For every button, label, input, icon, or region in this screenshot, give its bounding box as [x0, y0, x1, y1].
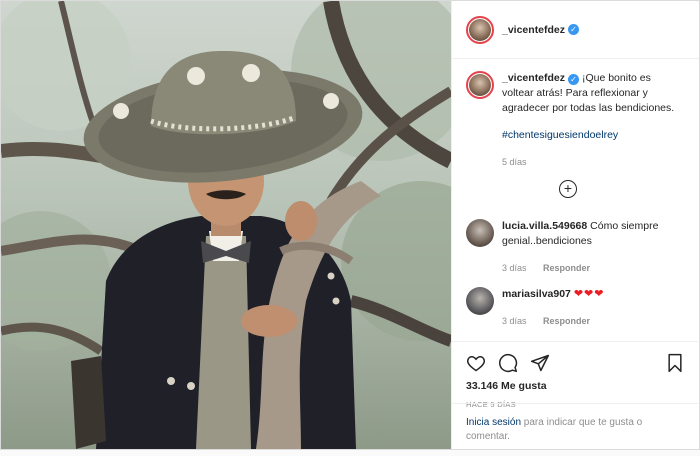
comment-time[interactable]: 3 días — [502, 316, 527, 326]
caption-username[interactable]: _vicentefdez — [502, 72, 565, 84]
share-icon[interactable] — [530, 353, 550, 373]
login-prompt: Inicia sesión para indicar que te gusta … — [452, 403, 698, 456]
verified-badge-icon: ✓ — [568, 24, 580, 35]
verified-badge-icon: ✓ — [568, 74, 580, 85]
commenter-avatar[interactable] — [466, 287, 494, 315]
comment-time[interactable]: 3 días — [502, 263, 527, 273]
login-link[interactable]: Inicia sesión — [466, 417, 521, 428]
post-side-panel: _vicentefdez ✓ _vicentefdez ✓ ¡Que bonito… — [451, 1, 699, 449]
bookmark-icon[interactable] — [666, 353, 684, 373]
caption-avatar[interactable] — [466, 71, 494, 99]
comment-username[interactable]: lucia.villa.549668 — [502, 220, 587, 232]
comment-icon[interactable] — [498, 353, 518, 373]
action-icons — [466, 348, 684, 378]
comment-body: mariasilva907 ❤❤❤ 3 días Responder — [502, 287, 682, 329]
likes-count[interactable]: 33.146 Me gusta — [466, 380, 684, 392]
post-photo[interactable] — [1, 1, 451, 449]
heart-icon[interactable] — [466, 353, 486, 373]
comment-item: mariasilva907 ❤❤❤ 3 días Responder — [466, 287, 682, 329]
caption-hashtag[interactable]: #chentesiguesiendoelrey — [502, 128, 682, 143]
comment-item: lucia.villa.549668 Cómo siempre genial..… — [466, 219, 682, 276]
caption: _vicentefdez ✓ ¡Que bonito es voltear atr… — [466, 71, 684, 170]
reply-button[interactable]: Responder — [543, 316, 590, 326]
post-actions: 33.146 Me gusta HACE 5 DÍAS — [452, 341, 698, 409]
caption-time[interactable]: 5 días — [502, 155, 682, 170]
photo-illustration — [1, 1, 451, 449]
comment-meta: 3 días Responder — [502, 261, 682, 276]
comment-meta: 3 días Responder — [502, 314, 682, 329]
author-username[interactable]: _vicentefdez — [502, 24, 565, 36]
instagram-post: _vicentefdez ✓ _vicentefdez ✓ ¡Que bonito… — [0, 0, 700, 450]
comment-username[interactable]: mariasilva907 — [502, 288, 571, 300]
comment-text: ❤❤❤ — [573, 288, 605, 300]
comment-body: lucia.villa.549668 Cómo siempre genial..… — [502, 219, 682, 276]
commenter-avatar[interactable] — [466, 219, 494, 247]
post-header: _vicentefdez ✓ — [452, 1, 699, 59]
reply-button[interactable]: Responder — [543, 263, 590, 273]
author-avatar[interactable] — [466, 15, 494, 44]
comments-section: _vicentefdez ✓ ¡Que bonito es voltear atr… — [452, 59, 698, 341]
plus-circle-icon[interactable]: + — [559, 180, 577, 198]
caption-text-block: _vicentefdez ✓ ¡Que bonito es voltear atr… — [502, 71, 682, 170]
